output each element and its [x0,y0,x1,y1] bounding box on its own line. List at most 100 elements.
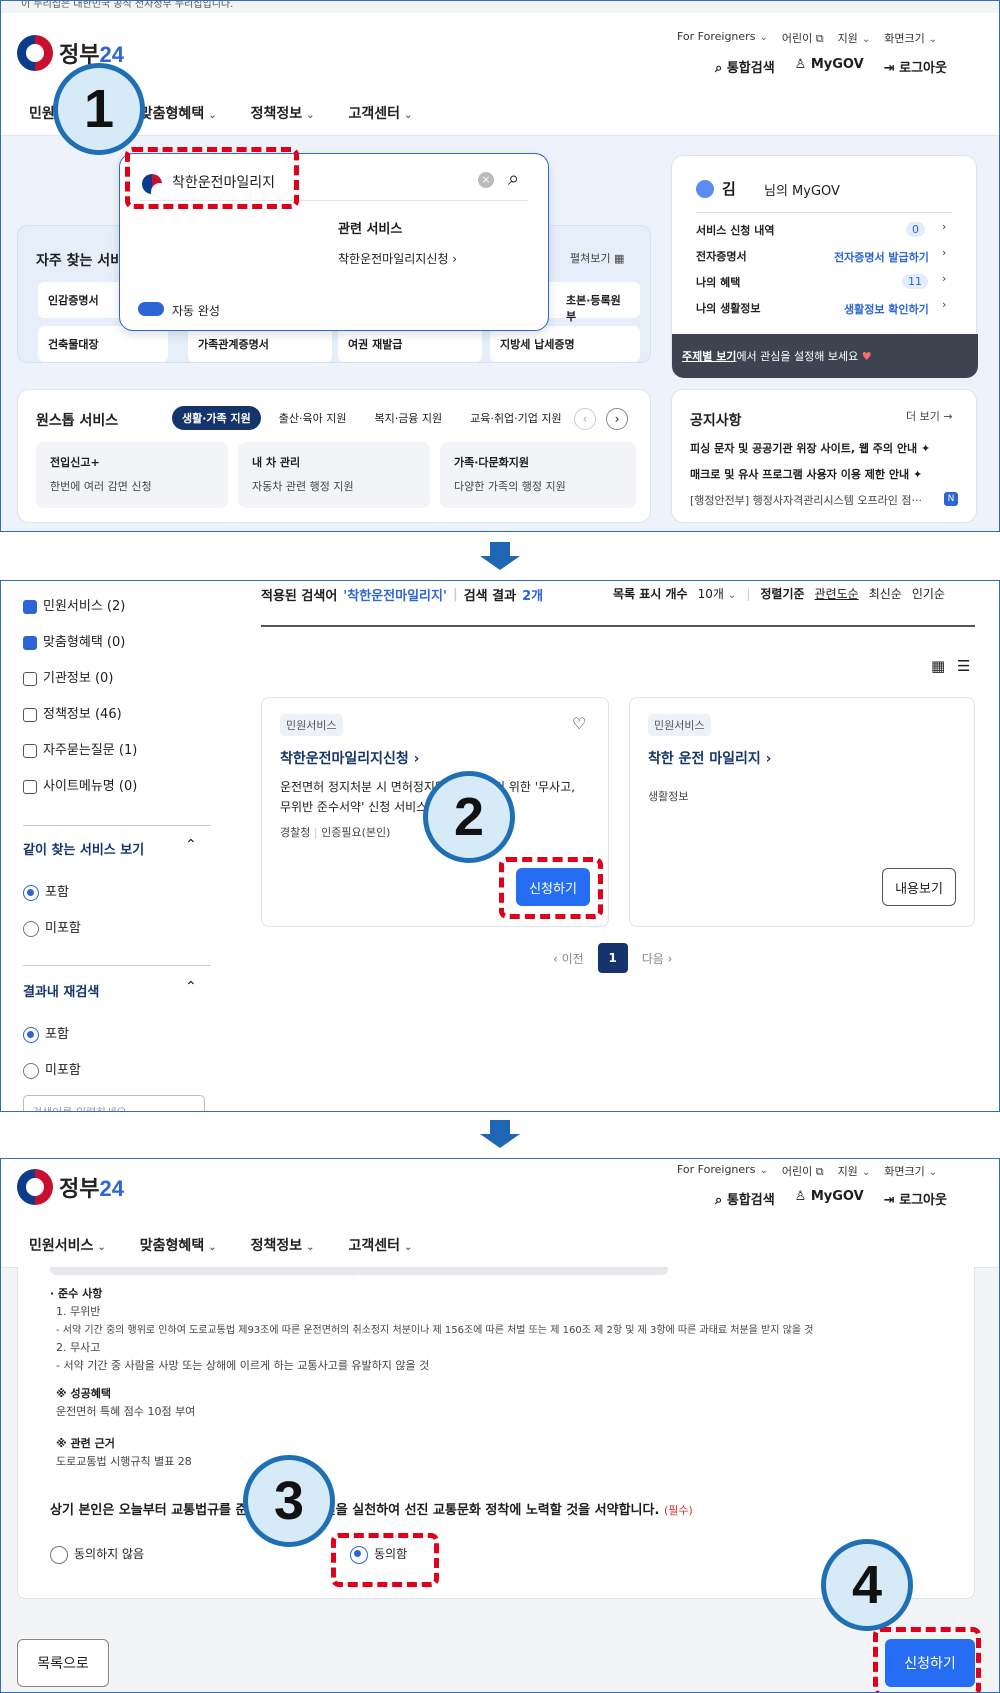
filter-item[interactable]: 민원서비스 (2) [23,595,213,631]
freq-item[interactable]: 지방세 납세증명 [490,326,640,362]
pager-page[interactable]: 1 [597,943,628,973]
util-kids[interactable]: 어린이 ⧉ [782,30,824,46]
highlight-search [125,147,299,209]
logo-mark-icon [17,1169,53,1205]
quick-search[interactable]: ⌕ 통합검색 [715,57,775,76]
util-kids[interactable]: 어린이 ⧉ [782,1163,824,1179]
screenshot-step3: 정부24 For Foreigners ⌄ 어린이 ⧉ 지원 ⌄ 화면크기 ⌄ ⌕ 통… [0,1158,1000,1693]
notice-more[interactable]: 더 보기 → [906,408,953,424]
mygov-row-value[interactable]: 생활정보 확인하기 [844,301,929,317]
pager-next[interactable]: 다음 › [642,950,673,967]
gnb-item[interactable]: 고객센터 ⌄ [349,103,413,123]
sort-option[interactable]: 최신순 [869,585,902,602]
logo[interactable]: 정부24 [17,1169,124,1205]
radio-icon [23,920,39,937]
quick-search[interactable]: ⌕ 통합검색 [715,1189,775,1208]
gnb-item[interactable]: 고객센터 ⌄ [349,1235,413,1255]
sort-label: 정렬기준 [760,587,805,601]
include-option[interactable]: 포함 [23,1023,69,1043]
mygov-row-label: 나의 생활정보 [696,302,761,315]
view-button[interactable]: 내용보기 [882,868,956,906]
list-view-icon[interactable]: ☰ [957,657,970,675]
onestop-item[interactable]: 내 차 관리 자동차 관련 행정 지원 [238,442,430,508]
notice-item[interactable]: [행정안전부] 행정사자격관리시스템 오프라인 점··· [690,492,934,508]
pager-prev[interactable]: ‹ 이전 [553,950,584,967]
freq-item[interactable]: 건축물대장 [38,326,168,362]
util-screen[interactable]: 화면크기 ⌄ [884,1163,937,1179]
notice-item[interactable]: 피싱 문자 및 공공기관 위장 사이트, 웹 주의 안내 ✦ [690,440,964,456]
autocomplete-toggle[interactable] [138,302,164,316]
screenshot-step1: 이 누리집은 대한민국 공식 전자정부 누리집입니다. 정부24 For For… [0,0,1000,532]
disagree-option[interactable]: 동의하지 않음 [50,1545,144,1564]
radio-icon [23,884,39,901]
basis-text: 도로교통법 시행규칙 별표 28 [56,1455,192,1468]
quick-mygov[interactable]: ♙ MyGOV [795,1189,864,1208]
filter-item[interactable]: 정책정보 (46) [23,703,213,739]
result-title[interactable]: 착한운전마일리지신청 › [280,748,419,768]
frequent-more[interactable]: 펼쳐보기 ▦ [570,250,624,266]
util-screen[interactable]: 화면크기 ⌄ [884,30,937,46]
result-card: 민원서비스 착한 운전 마일리지 › 생활정보 내용보기 [629,697,975,927]
clear-icon[interactable]: × [478,172,494,188]
prev-icon[interactable]: ‹ [574,408,596,430]
onestop-tab[interactable]: 출산·육아 지원 [269,406,357,430]
onestop-item[interactable]: 전입신고+ 한번에 여러 감면 신청 [36,442,228,508]
gnb-item[interactable]: 맞춤형혜택 ⌄ [140,1235,217,1255]
mygov-row-value[interactable]: 0 [906,222,925,237]
related-title: 관련 서비스 [338,222,403,237]
top-notice: 이 누리집은 대한민국 공식 전자정부 누리집입니다. [1,1,999,13]
notice-item[interactable]: 매크로 및 유사 프로그램 사용자 이용 제한 안내 ✦ [690,466,964,482]
mygov-row-value[interactable]: 전자증명서 발급하기 [834,249,929,265]
filter-item[interactable]: 기관정보 (0) [23,667,213,703]
chevron-up-icon[interactable]: ⌃ [185,979,197,995]
quick-mygov[interactable]: ♙ MyGOV [795,57,864,76]
search-icon: ⌕ [715,1193,723,1208]
list-count-select[interactable]: 10개 ⌄ [698,585,737,602]
gnb-item[interactable]: 맞춤형혜택 ⌄ [140,103,217,123]
util-support[interactable]: 지원 ⌄ [838,1163,871,1179]
result-tag: 민원서비스 [280,714,343,736]
search-icon[interactable]: ⌕ [508,166,519,190]
rules-line: - 서약 기간 중의 행위로 인하여 도로교통법 제93조에 따른 운전면허의 … [56,1325,814,1336]
util-support[interactable]: 지원 ⌄ [838,30,871,46]
onestop-tab[interactable]: 생활·가족 지원 [172,406,261,430]
checkbox-icon [23,671,37,686]
chevron-right-icon: › [942,272,947,285]
mygov-row-value[interactable]: 11 [902,274,928,289]
gnb-item[interactable]: 정책정보 ⌄ [251,1235,315,1255]
logout-icon: ⇥ [883,61,895,76]
util-foreigners[interactable]: For Foreigners ⌄ [677,1163,768,1179]
filter-item[interactable]: 사이트메뉴명 (0) [23,775,213,811]
sort-option[interactable]: 인기순 [912,585,945,602]
mygov-banner[interactable]: 주제별 보기에서 관심을 설정해 보세요 ♥ [672,334,978,378]
benefit-text: 운전면허 특혜 점수 10점 부여 [56,1405,196,1418]
exclude-option[interactable]: 미포함 [23,917,81,937]
filter-item[interactable]: 자주묻는질문 (1) [23,739,213,775]
back-to-list-button[interactable]: 목록으로 [17,1639,109,1687]
grid-view-icon[interactable]: ▦ [931,657,945,675]
freq-item[interactable]: 여권 재발급 [338,326,482,362]
gnb-item[interactable]: 정책정보 ⌄ [251,103,315,123]
sort-option[interactable]: 관련도순 [815,585,859,602]
onestop-item-title: 전입신고+ [50,456,100,469]
mygov-row-label: 나의 혜택 [696,276,741,289]
list-count-label: 목록 표시 개수 [613,587,688,601]
research-input[interactable]: 검색어를 입력하세요 [23,1095,205,1111]
quick-logout[interactable]: ⇥ 로그아웃 [884,1189,947,1208]
include-option[interactable]: 포함 [23,881,69,901]
onestop-item[interactable]: 가족·다문화지원 다양한 가족의 행정 지원 [440,442,636,508]
exclude-option[interactable]: 미포함 [23,1059,81,1079]
util-foreigners[interactable]: For Foreigners ⌄ [677,30,768,46]
result-title[interactable]: 착한 운전 마일리지 › [648,748,771,768]
filter-item[interactable]: 맞춤형혜택 (0) [23,631,213,667]
search-icon: ⌕ [715,61,723,76]
gnb-item[interactable]: 민원서비스⌄ [29,1235,106,1255]
freq-item[interactable]: 가족관계증명서 [188,326,332,362]
related-item[interactable]: 착한운전마일리지신청 › [338,250,457,267]
onestop-tab[interactable]: 복지·금융 지원 [364,406,452,430]
next-icon[interactable]: › [606,408,628,430]
heart-icon[interactable]: ♡ [572,714,586,733]
quick-logout[interactable]: ⇥ 로그아웃 [884,57,947,76]
onestop-tab[interactable]: 교육·취업·기업 지원 [460,406,571,430]
chevron-up-icon[interactable]: ⌃ [185,837,197,853]
